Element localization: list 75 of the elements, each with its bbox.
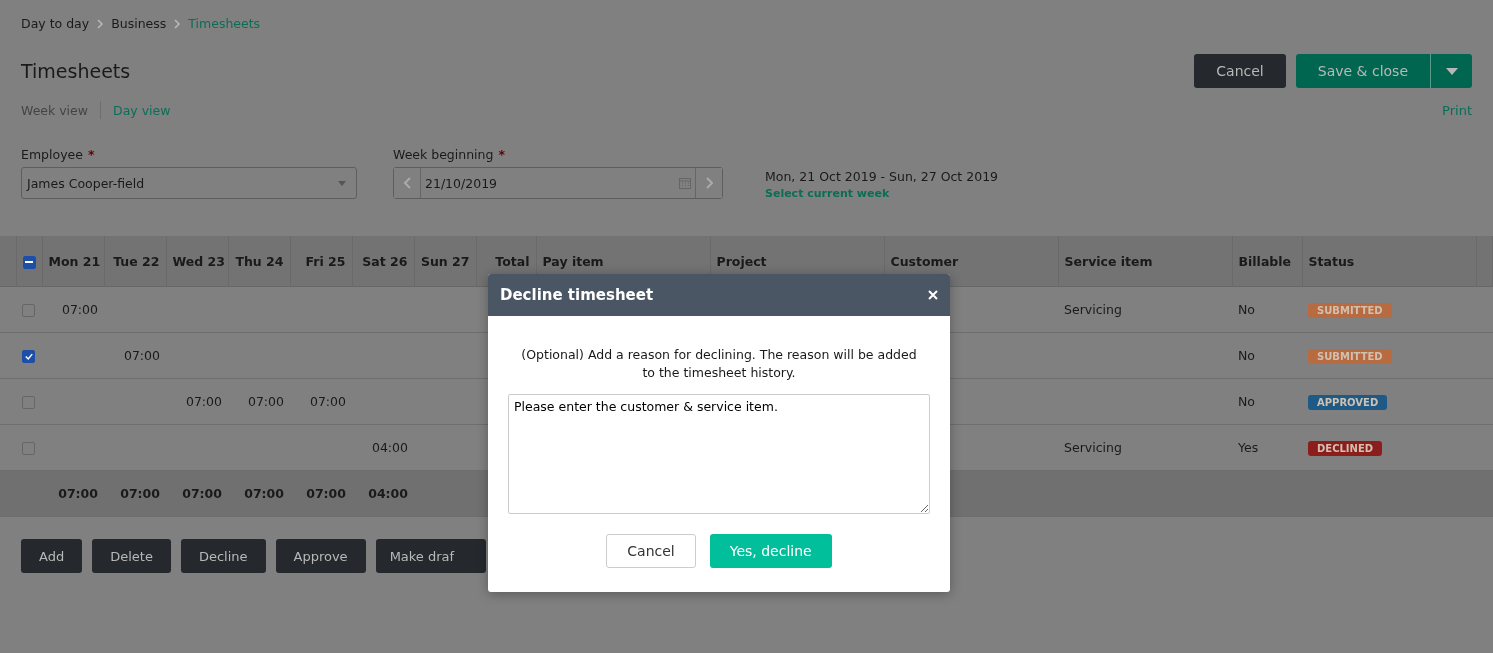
billable-cell: Yes xyxy=(1238,440,1259,455)
total-cell: 07:00 xyxy=(182,486,222,501)
dialog-title: Decline timesheet xyxy=(500,286,654,304)
hours-cell: 07:00 xyxy=(247,394,284,409)
service-item-cell: Servicing xyxy=(1064,440,1122,455)
status-badge: APPROVED xyxy=(1308,395,1388,410)
billable-cell: No xyxy=(1238,302,1255,317)
billable-cell: No xyxy=(1238,348,1255,363)
breadcrumb-link[interactable]: Day to day xyxy=(21,16,90,31)
total-cell: 07:00 xyxy=(306,486,346,501)
cancel-button[interactable]: Cancel xyxy=(1194,54,1286,88)
column-header: Fri 25 xyxy=(305,253,346,269)
row-checkbox[interactable] xyxy=(22,442,35,455)
decline-button[interactable]: Yes, decline xyxy=(709,534,832,568)
chevron-left-icon xyxy=(403,177,411,189)
close-icon xyxy=(928,290,938,300)
hours-cell: 07:00 xyxy=(185,394,222,409)
column-header: Pay item xyxy=(542,253,604,269)
status-badge: SUBMITTED xyxy=(1308,303,1392,318)
reason-field[interactable]: Please enter the customer & service item. xyxy=(508,394,930,514)
row-checkbox[interactable] xyxy=(22,304,35,317)
row-checkbox[interactable] xyxy=(22,350,35,363)
hours-cell: 07:00 xyxy=(61,302,98,317)
date-range: Mon, 21 Oct 2019 - Sun, 27 Oct 2019 xyxy=(765,169,999,184)
dropdown-button[interactable] xyxy=(1430,54,1472,88)
total-cell: 07:00 xyxy=(244,486,284,501)
column-header: Status xyxy=(1308,253,1355,269)
action-button[interactable]: Add xyxy=(21,539,83,573)
required-mark: * xyxy=(87,147,95,162)
total-cell: 04:00 xyxy=(368,486,408,501)
minus-icon xyxy=(25,261,33,263)
column-header: Total xyxy=(495,253,530,269)
select-all-checkbox[interactable] xyxy=(22,255,36,269)
column-header: Customer xyxy=(890,253,959,269)
action-button[interactable]: Make draf xyxy=(375,539,486,573)
column-header: Thu 24 xyxy=(235,253,284,269)
check-icon xyxy=(24,353,33,360)
hours-cell: 04:00 xyxy=(371,440,408,455)
employee-select[interactable]: James Cooper-field xyxy=(21,167,357,199)
calendar-icon xyxy=(679,177,691,189)
save-close-button[interactable]: Save & close xyxy=(1295,54,1430,88)
view-tab[interactable]: Week view xyxy=(21,102,88,118)
column-header: Billable xyxy=(1238,253,1292,269)
action-button[interactable]: Decline xyxy=(180,539,266,573)
billable-cell: No xyxy=(1238,394,1255,409)
hours-cell: 07:00 xyxy=(309,394,346,409)
column-header: Sat 26 xyxy=(362,253,408,269)
chevron-right-icon xyxy=(174,18,181,29)
breadcrumb-link[interactable]: Business xyxy=(111,16,167,31)
status-badge: DECLINED xyxy=(1308,441,1383,456)
required-mark: * xyxy=(498,147,505,162)
field-label: Week beginning xyxy=(393,147,494,162)
column-header: Sun 27 xyxy=(420,253,470,269)
column-header: Wed 23 xyxy=(172,253,225,269)
total-cell: 07:00 xyxy=(58,486,98,501)
action-button[interactable]: Delete xyxy=(92,539,171,573)
hours-cell: 07:00 xyxy=(123,348,160,363)
close-button[interactable] xyxy=(928,290,938,300)
dialog-message: (Optional) Add a reason for declining. The reason will be added to the timesheet history. xyxy=(520,346,918,382)
action-button[interactable]: Approve xyxy=(275,539,366,573)
column-header: Service item xyxy=(1064,253,1153,269)
chevron-right-icon xyxy=(705,177,713,189)
column-header: Tue 22 xyxy=(113,253,160,269)
page-title: Timesheets xyxy=(21,60,131,82)
cancel-button[interactable]: Cancel xyxy=(606,534,696,568)
status-badge: SUBMITTED xyxy=(1308,349,1392,364)
caret-icon xyxy=(1445,67,1458,75)
total-cell: 07:00 xyxy=(120,486,160,501)
row-checkbox[interactable] xyxy=(22,396,35,409)
chevron-right-icon xyxy=(97,18,104,29)
column-header: Project xyxy=(716,253,767,269)
service-item-cell: Servicing xyxy=(1064,302,1122,317)
field-label: Employee xyxy=(21,147,83,162)
column-header: Mon 21 xyxy=(48,253,101,269)
caret-icon xyxy=(338,180,346,186)
